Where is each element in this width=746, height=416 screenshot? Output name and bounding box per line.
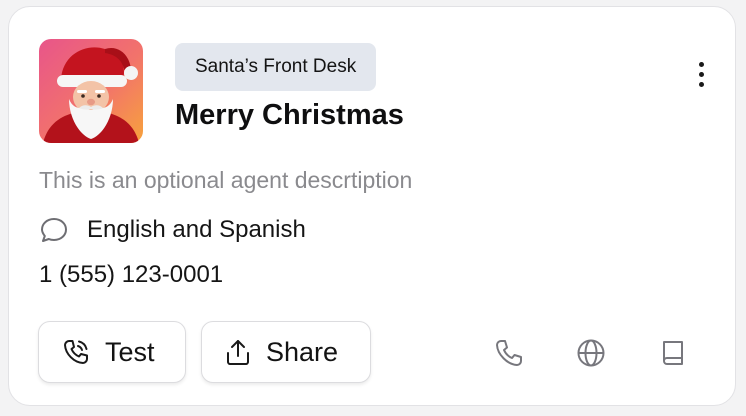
agent-description: This is an optional agent descrtiption	[39, 167, 413, 193]
agent-card[interactable]: Santa’s Front Desk Merry Christmas This …	[8, 6, 736, 406]
agent-tag: Santa’s Front Desk	[175, 43, 377, 91]
test-button[interactable]: Test	[38, 321, 186, 383]
more-vertical-icon[interactable]	[685, 57, 717, 91]
share-button-label: Share	[266, 336, 339, 367]
menu-dot	[698, 81, 704, 87]
agent-languages: English and Spanish	[87, 216, 306, 243]
share-button[interactable]: Share	[201, 321, 371, 383]
book-icon[interactable]	[657, 337, 689, 369]
chat-bubble-icon	[41, 218, 67, 242]
agent-name: Merry Christmas	[175, 99, 404, 131]
agent-phone-number: 1 (555) 123-0001	[39, 261, 224, 288]
share-upload-icon	[227, 340, 249, 365]
phone-icon[interactable]	[493, 337, 525, 369]
phone-call-icon	[64, 340, 88, 364]
test-button-label: Test	[105, 336, 155, 367]
agent-avatar	[39, 39, 143, 143]
globe-icon[interactable]	[575, 337, 607, 369]
language-row: English and Spanish	[39, 213, 306, 247]
menu-dot	[698, 61, 704, 67]
menu-dot	[698, 71, 704, 77]
